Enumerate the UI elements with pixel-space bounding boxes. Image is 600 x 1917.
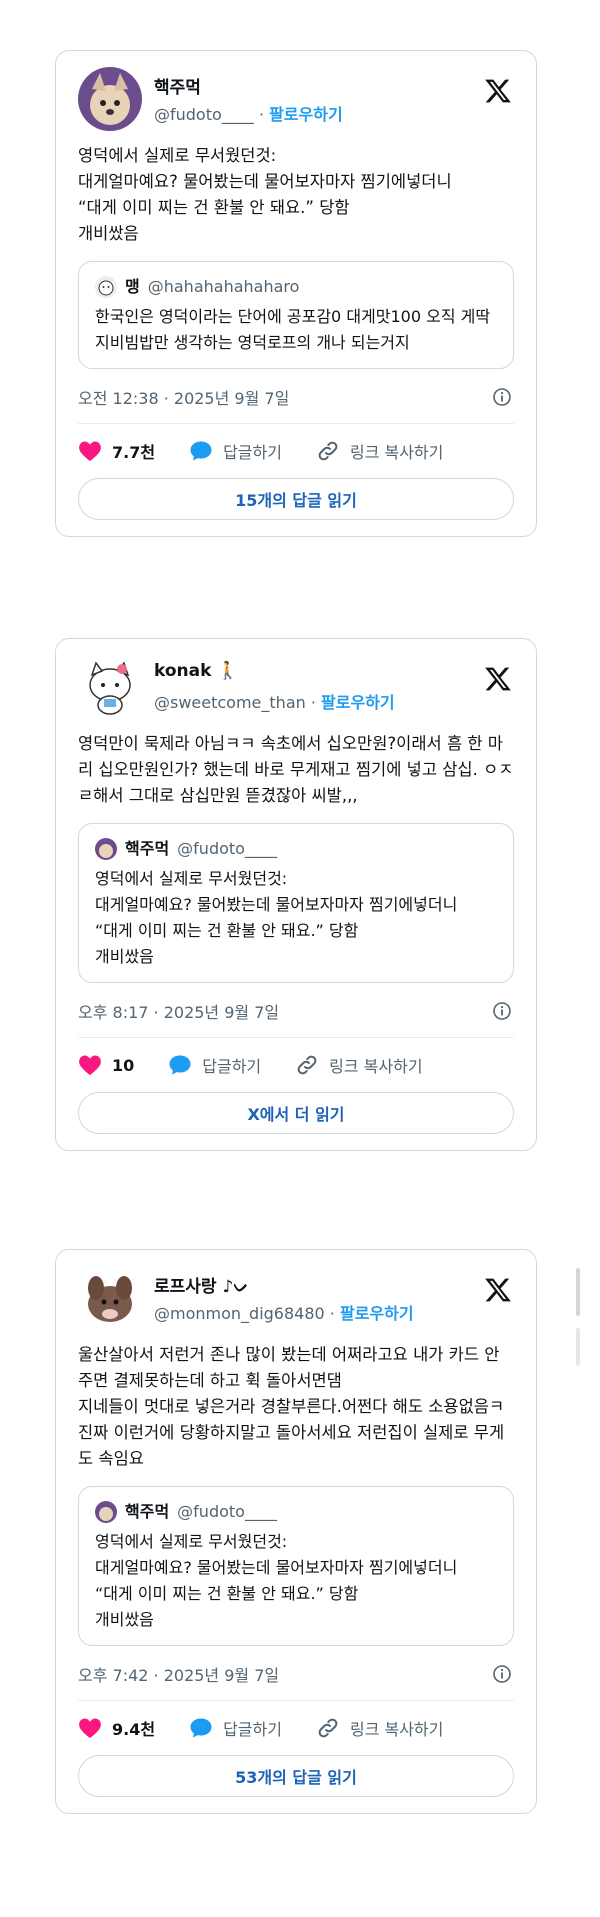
separator: · <box>258 105 264 124</box>
info-icon[interactable] <box>492 1664 512 1684</box>
follow-button[interactable]: 팔로우하기 <box>269 105 343 124</box>
reply-label: 답글하기 <box>223 1720 282 1739</box>
reply-bubble-icon <box>169 1055 191 1075</box>
display-name[interactable]: 핵주먹 <box>154 73 201 98</box>
quote-text: 한국인은 영덕이라는 단어에 공포감0 대게맛100 오직 게딱지비빔밥만 생각… <box>95 307 491 352</box>
quote-handle: @fudoto____ <box>177 1502 277 1521</box>
tweet-card: 로프사랑 ♪ᨆ @monmon_dig68480 · 팔로우하기 울산살아서 저… <box>55 1249 537 1814</box>
read-replies-button[interactable]: 15개의 답글 읽기 <box>78 478 514 520</box>
like-button[interactable]: 7.7천 <box>78 439 155 463</box>
reply-bubble-icon <box>190 1718 212 1738</box>
quote-avatar <box>95 1501 117 1523</box>
quote-name: 맹 <box>125 277 140 296</box>
timestamp[interactable]: 오후 7:42 · 2025년 9월 7일 <box>78 1666 279 1685</box>
quote-handle: @hahahahahaharo <box>147 277 300 296</box>
like-count: 9.4천 <box>112 1720 156 1739</box>
tweet-card: 핵주먹 @fudoto____ · 팔로우하기 영덕에서 실제로 무서웠던것: … <box>55 50 537 537</box>
quote-handle: @fudoto____ <box>177 839 277 858</box>
user-handle[interactable]: @fudoto____ <box>154 105 254 124</box>
handle-row: @sweetcome_than · 팔로우하기 <box>154 689 395 713</box>
reply-button[interactable]: 답글하기 <box>189 1716 282 1740</box>
display-name-row[interactable]: konak 🚶 <box>154 661 239 681</box>
timestamp[interactable]: 오후 8:17 · 2025년 9월 7일 <box>78 1003 279 1022</box>
quoted-tweet[interactable]: 맹 @hahahahahaharo 한국인은 영덕이라는 단어에 공포감0 대게… <box>78 261 514 369</box>
name-emoji: 🚶 <box>217 661 239 681</box>
reply-label: 답글하기 <box>223 443 282 462</box>
name-emoji: ♪ᨆ <box>222 1277 249 1297</box>
reply-button[interactable]: 답글하기 <box>189 439 282 463</box>
divider <box>78 1700 514 1701</box>
separator: · <box>310 693 316 712</box>
tweet-text: 영덕에서 실제로 무서웠던것: 대게얼마예요? 물어봤는데 물어보자마자 찜기에… <box>78 146 452 243</box>
follow-button[interactable]: 팔로우하기 <box>321 693 395 712</box>
quote-text: 영덕에서 실제로 무서웠던것: 대게얼마예요? 물어봤는데 물어보자마자 찜기에… <box>95 869 458 966</box>
divider <box>78 423 514 424</box>
info-icon[interactable] <box>492 387 512 407</box>
x-logo-icon[interactable] <box>484 77 512 105</box>
copy-link-button[interactable]: 링크 복사하기 <box>316 1716 443 1740</box>
heart-icon <box>79 1055 101 1075</box>
tweet-text: 영덕만이 묵제라 아님ㅋㅋ 속초에서 십오만원?이래서 흠 한 마리 십오만원인… <box>78 734 514 805</box>
handle-row: @fudoto____ · 팔로우하기 <box>154 101 343 125</box>
copy-link-button[interactable]: 링크 복사하기 <box>316 439 443 463</box>
display-name: konak <box>154 661 212 681</box>
quote-avatar <box>95 838 117 860</box>
reply-label: 답글하기 <box>202 1057 262 1076</box>
avatar[interactable] <box>78 1266 142 1330</box>
heart-icon <box>79 1718 101 1738</box>
copy-link-label: 링크 복사하기 <box>329 1057 423 1076</box>
quote-name: 핵주먹 <box>125 839 170 858</box>
display-name-row[interactable]: 로프사랑 ♪ᨆ <box>154 1272 249 1297</box>
separator: · <box>329 1304 335 1323</box>
follow-button[interactable]: 팔로우하기 <box>340 1304 414 1323</box>
x-logo-icon[interactable] <box>484 665 512 693</box>
quote-avatar <box>95 276 117 298</box>
info-icon[interactable] <box>492 1001 512 1021</box>
tweet-text: 울산살아서 저런거 존나 많이 봤는데 어쩌라고요 내가 카드 안주면 결제못하… <box>78 1345 505 1468</box>
link-icon <box>318 1718 338 1738</box>
display-name: 로프사랑 <box>154 1277 217 1297</box>
x-logo-icon[interactable] <box>484 1276 512 1304</box>
heart-icon <box>79 441 101 461</box>
like-count: 10 <box>112 1055 135 1075</box>
timestamp[interactable]: 오전 12:38 · 2025년 9월 7일 <box>78 389 289 408</box>
avatar[interactable] <box>78 655 142 719</box>
scrollbar[interactable] <box>576 1268 580 1316</box>
user-handle[interactable]: @sweetcome_than <box>154 693 306 712</box>
copy-link-label: 링크 복사하기 <box>349 443 444 462</box>
quote-name: 핵주먹 <box>125 1502 170 1521</box>
tweet-card: konak 🚶 @sweetcome_than · 팔로우하기 영덕만이 묵제라… <box>55 638 537 1151</box>
user-handle[interactable]: @monmon_dig68480 <box>154 1304 325 1323</box>
divider <box>78 1037 514 1038</box>
avatar[interactable] <box>78 67 142 131</box>
like-button[interactable]: 9.4천 <box>78 1716 155 1740</box>
like-count: 7.7천 <box>112 443 156 462</box>
read-more-button[interactable]: X에서 더 읽기 <box>78 1092 514 1134</box>
quoted-tweet[interactable]: 핵주먹 @fudoto____ 영덕에서 실제로 무서웠던것: 대게얼마예요? … <box>78 1486 514 1646</box>
scrollbar-track <box>576 1328 580 1366</box>
copy-link-button[interactable]: 링크 복사하기 <box>295 1053 423 1077</box>
quote-text: 영덕에서 실제로 무서웠던것: 대게얼마예요? 물어봤는데 물어보자마자 찜기에… <box>95 1532 458 1629</box>
reply-button[interactable]: 답글하기 <box>168 1053 261 1077</box>
link-icon <box>318 441 338 461</box>
like-button[interactable]: 10 <box>78 1054 134 1076</box>
handle-row: @monmon_dig68480 · 팔로우하기 <box>154 1300 414 1324</box>
link-icon <box>297 1055 317 1075</box>
reply-bubble-icon <box>190 441 212 461</box>
quoted-tweet[interactable]: 핵주먹 @fudoto____ 영덕에서 실제로 무서웠던것: 대게얼마예요? … <box>78 823 514 983</box>
read-replies-button[interactable]: 53개의 답글 읽기 <box>78 1755 514 1797</box>
copy-link-label: 링크 복사하기 <box>349 1720 444 1739</box>
